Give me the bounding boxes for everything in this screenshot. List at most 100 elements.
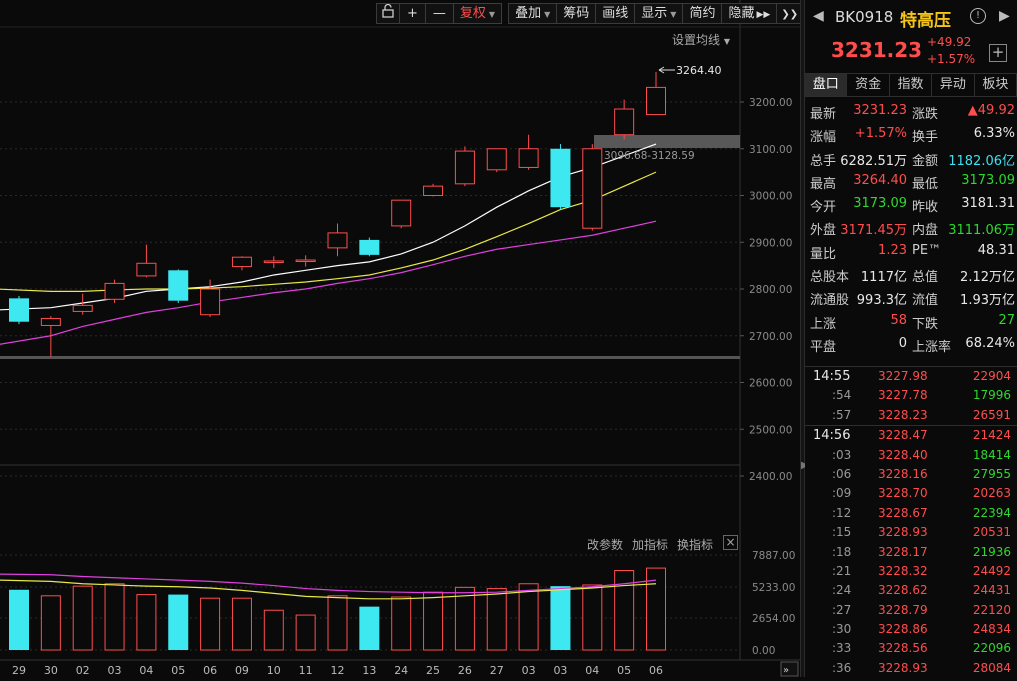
stat-value: 1.23 <box>878 242 907 258</box>
tick-volume: 22120 <box>972 602 1011 617</box>
x-axis-label: 09 <box>235 664 249 677</box>
stat-label: 涨幅 <box>810 130 837 146</box>
tick-time: 14:56 <box>813 428 851 444</box>
tick-row: :54 3227.78 17996 <box>805 386 1017 405</box>
zoom-out-button[interactable]: — <box>424 3 454 24</box>
stat-value: 993.3亿 <box>856 293 907 309</box>
stat-row: 今开 3173.09 昨收 3181.31 <box>805 193 1017 216</box>
tick-row: :12 3228.67 22394 <box>805 504 1017 523</box>
overlay-button[interactable]: 叠加 ▼ <box>508 3 558 24</box>
price-axis-label: 2900.00 <box>749 237 792 249</box>
tick-volume: 22096 <box>972 641 1011 656</box>
stat-label: 最新 <box>810 107 837 122</box>
add-indicator-link[interactable]: 加指标 <box>632 536 668 553</box>
hide-button[interactable]: 隐藏 ▶▶ <box>721 3 778 24</box>
double-arrow-icon: » <box>783 665 789 676</box>
hide-button-label: 隐藏 <box>728 6 755 21</box>
stat-value: 3111.06万 <box>948 223 1015 239</box>
quote-header: ◀ BK0918 特高压 ! ▶ 3231.23 +49.92 +1.57% + <box>805 0 1017 72</box>
x-axis-label: 30 <box>44 664 58 677</box>
caret-down-icon: ▼ <box>544 10 551 19</box>
x-axis-label: 24 <box>394 664 408 677</box>
change-params-link[interactable]: 改参数 <box>587 536 623 553</box>
stat-value: 3231.23 <box>853 103 907 118</box>
price-axis-label: 3200.00 <box>749 97 792 109</box>
tick-time: :21 <box>832 563 852 578</box>
stat-label: 总手 <box>810 153 837 169</box>
display-button[interactable]: 显示 ▼ <box>634 3 684 24</box>
kline-chart-area[interactable]: 3200.00 3100.00 3000.00 2900.00 2800.00 2700.… <box>0 0 804 677</box>
add-watchlist-button[interactable]: + <box>989 44 1007 62</box>
stat-label: PE™ <box>912 242 942 258</box>
adjust-button[interactable]: 复权 ▼ <box>452 3 503 24</box>
tick-volume: 21424 <box>972 428 1011 443</box>
stat-label: 上涨 <box>810 316 837 332</box>
tick-volume: 20531 <box>972 525 1011 540</box>
settings-ma-link[interactable]: 设置均线 ▼ <box>672 31 730 48</box>
stat-label: 流通股 <box>810 293 850 309</box>
volume-bar <box>40 595 61 651</box>
tab-4[interactable]: 板块 <box>975 74 1017 96</box>
candle-body <box>263 260 284 263</box>
quote-panel: ◀ BK0918 特高压 ! ▶ 3231.23 +49.92 +1.57% +… <box>805 0 1017 677</box>
tab-0[interactable]: 盘口 <box>805 74 848 96</box>
unlock-icon-button[interactable] <box>376 3 400 24</box>
stat-row: 涨幅 +1.57% 换手 6.33% <box>805 123 1017 146</box>
simple-button[interactable]: 简约 <box>682 3 723 24</box>
zoom-out-button-label: — <box>432 6 446 21</box>
tick-price: 3228.62 <box>878 583 928 598</box>
collapse-arrow-icon[interactable]: ▶ <box>801 460 809 471</box>
tick-volume: 26591 <box>972 407 1011 422</box>
stat-value: 3181.31 <box>961 196 1015 212</box>
stat-value: +1.57% <box>854 126 907 142</box>
stat-value: 0 <box>898 335 907 351</box>
stat-label: 上涨率 <box>912 339 952 355</box>
volume-bar <box>72 585 93 651</box>
draw-line-button[interactable]: 画线 <box>595 3 636 24</box>
kline-chart[interactable]: 3200.00 3100.00 3000.00 2900.00 2800.00 2700.… <box>0 0 800 677</box>
quote-tabs: 盘口 资金 指数 异动 板块 <box>805 73 1017 97</box>
stat-label: 换手 <box>912 130 939 146</box>
x-axis-label: 26 <box>458 664 472 677</box>
display-button-label: 显示 <box>641 6 668 21</box>
volume-bar <box>9 589 29 650</box>
stat-label: 昨收 <box>912 200 939 216</box>
zoom-in-button[interactable]: + <box>399 3 426 24</box>
tab-2[interactable]: 指数 <box>890 74 933 96</box>
candle-body <box>614 108 635 136</box>
x-axis-label: 12 <box>331 664 345 677</box>
x-axis-label: 03 <box>108 664 122 677</box>
x-axis-label: 27 <box>490 664 504 677</box>
simple-button-label: 简约 <box>689 6 716 21</box>
next-arrow-icon[interactable]: ▶ <box>999 8 1010 24</box>
tick-row: 14:56 3228.47 21424 <box>805 425 1017 445</box>
tick-price: 3228.56 <box>878 641 928 656</box>
tick-list[interactable]: 14:55 3227.98 22904:54 3227.78 17996:57 3228.… <box>805 366 1017 678</box>
prev-arrow-icon[interactable]: ◀ <box>813 8 824 24</box>
chips-button-label: 筹码 <box>563 6 590 21</box>
caret-down-icon: ▼ <box>670 10 677 19</box>
tick-volume: 28084 <box>972 660 1011 675</box>
tab-3[interactable]: 异动 <box>932 74 975 96</box>
tick-row: 14:55 3227.98 22904 <box>805 367 1017 386</box>
tab-1[interactable]: 资金 <box>847 74 890 96</box>
tick-volume: 24431 <box>972 583 1011 598</box>
switch-indicator-link[interactable]: 换指标 <box>677 536 713 553</box>
info-icon[interactable]: ! <box>970 8 986 24</box>
chips-button[interactable]: 筹码 <box>556 3 597 24</box>
stat-label: 下跌 <box>912 316 939 332</box>
candle-body <box>295 259 316 263</box>
stat-row: 总手 6282.51万 金额 1182.06亿 <box>805 147 1017 170</box>
tick-time: :33 <box>832 641 852 656</box>
support-line <box>0 356 740 359</box>
stat-value: 3173.09 <box>853 196 907 212</box>
tick-time: :54 <box>832 388 852 403</box>
candle-body <box>327 232 348 249</box>
price-axis-label: 2700.00 <box>749 331 792 343</box>
candle-body <box>550 148 571 208</box>
close-indicator-button[interactable]: × <box>723 535 738 550</box>
stat-value: 3173.09 <box>961 172 1015 188</box>
stat-label: 最低 <box>912 176 939 192</box>
tick-time: :30 <box>832 622 852 637</box>
stat-label: 平盘 <box>810 339 837 355</box>
